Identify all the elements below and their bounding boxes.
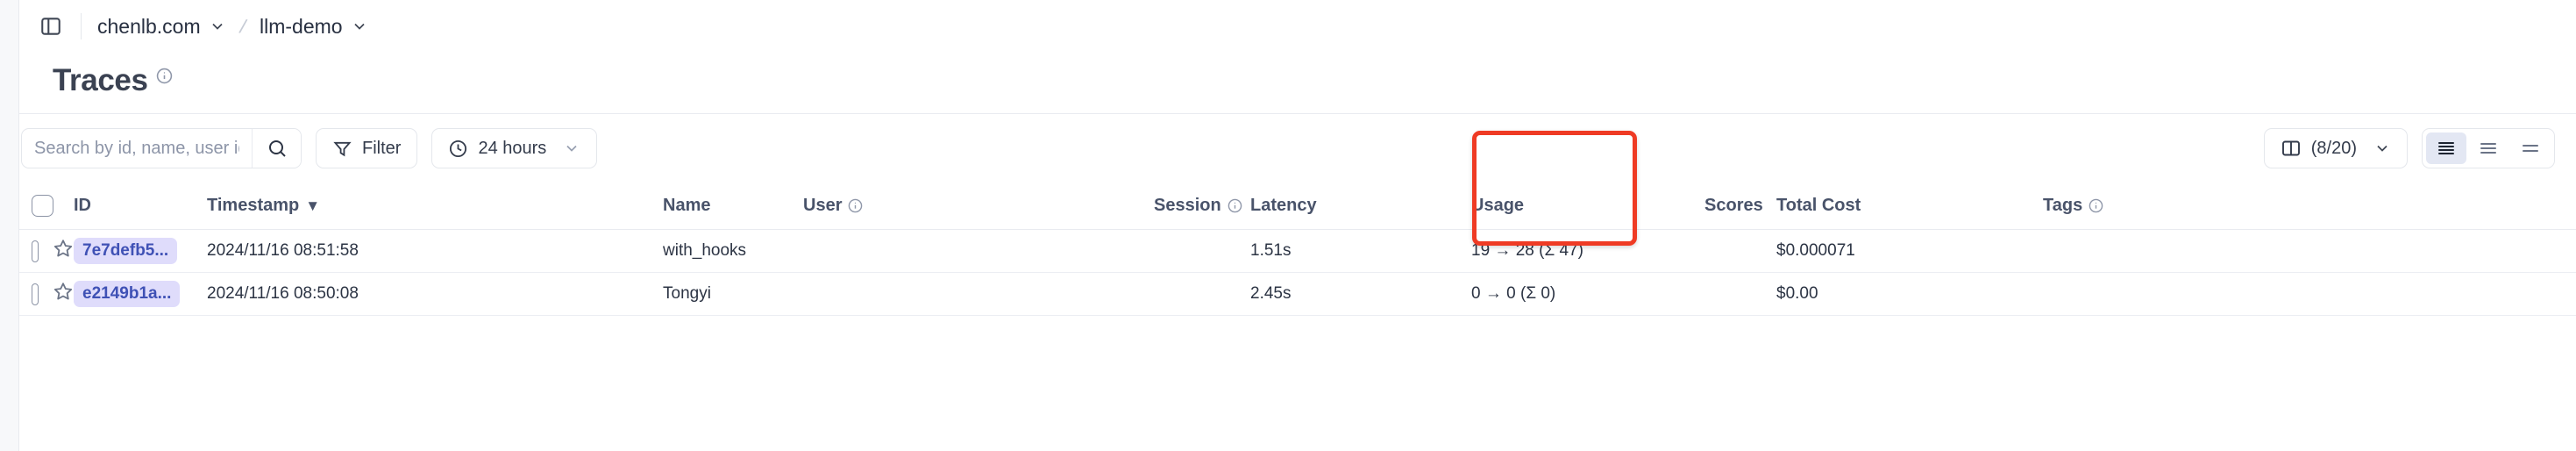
row-name-cell: with_hooks [663,229,803,273]
sidebar-toggle-button[interactable] [33,9,68,44]
row-usage-cell: 19 → 28 (Σ 47) [1461,229,1681,273]
funnel-icon [333,141,352,156]
filter-button[interactable]: Filter [316,128,418,168]
row-checkbox[interactable] [32,240,39,262]
breadcrumb-item-project[interactable]: llm-demo [256,12,372,41]
column-selector-button[interactable]: (8/20) [2263,128,2408,168]
topbar-divider [81,13,82,39]
info-icon [849,198,863,213]
search-button[interactable] [252,129,301,168]
favorite-star-icon[interactable] [53,281,74,307]
header-name[interactable]: Name [663,183,803,230]
header-usage[interactable]: Usage [1461,183,1681,230]
trace-id-badge[interactable]: 7e7defb5... [74,237,178,265]
row-tags-cell [2043,272,2576,316]
page-title: Traces [53,63,148,97]
rows-tall-icon [2523,145,2538,152]
row-height-normal-button[interactable] [2468,132,2508,164]
main-content: chenlb.com / llm-demo Traces Search by i… [19,0,2576,451]
columns-icon [2281,140,2300,156]
header-tags[interactable]: Tags [2043,183,2576,230]
favorite-star-icon[interactable] [53,238,74,264]
select-all-checkbox[interactable] [32,195,53,217]
search-icon [268,140,286,157]
header-select-all [19,183,74,230]
panel-left-icon [41,18,60,35]
rows-dense-icon [2438,142,2454,154]
search-group [21,128,302,168]
row-session-cell [1154,272,1251,316]
header-scores-label: Scores [1704,196,1763,215]
row-latency-cell: 2.45s [1250,272,1462,316]
row-total-cost-cell: $0.000071 [1776,229,2043,273]
breadcrumb-project-label: llm-demo [260,14,343,38]
header-scores[interactable]: Scores [1680,183,1777,230]
info-icon [2089,198,2103,213]
header-tags-label: Tags [2043,196,2083,215]
row-user-cell [803,272,1155,316]
table-header-row: ID Timestamp ▼ Name User Session Latency… [19,183,2576,230]
header-name-label: Name [663,196,711,215]
row-select-cell [19,272,74,316]
time-range-button[interactable]: 24 hours [431,128,598,168]
row-user-cell [803,229,1155,273]
row-select-cell [19,229,74,273]
row-session-cell [1154,229,1251,273]
header-id[interactable]: ID [74,183,207,230]
header-user-label: User [803,196,843,215]
breadcrumb-separator: / [237,14,249,38]
header-session-label: Session [1154,196,1221,215]
row-usage-cell: 0 → 0 (Σ 0) [1461,272,1681,316]
filter-label: Filter [362,138,402,158]
breadcrumb-org-label: chenlb.com [97,14,201,38]
header-session[interactable]: Session [1154,183,1251,230]
header-total-cost[interactable]: Total Cost [1776,183,2043,230]
row-checkbox[interactable] [32,283,39,305]
row-height-tall-button[interactable] [2510,132,2551,164]
info-icon [1228,198,1242,213]
traces-table: ID Timestamp ▼ Name User Session Latency… [19,183,2576,316]
header-timestamp-label: Timestamp [207,196,300,215]
clock-icon [450,140,467,157]
row-height-toggle-group [2422,128,2555,168]
search-input[interactable] [22,129,252,168]
header-timestamp[interactable]: Timestamp ▼ [207,183,663,230]
time-range-label: 24 hours [478,138,547,158]
row-scores-cell [1680,229,1777,273]
info-icon[interactable] [156,68,173,89]
row-height-dense-button[interactable] [2426,132,2466,164]
sort-desc-icon: ▼ [305,197,321,214]
header-latency-label: Latency [1250,196,1317,215]
toolbar: Filter 24 hours (8/20) [19,114,2576,183]
breadcrumb-item-org[interactable]: chenlb.com [94,12,230,41]
chevron-down-icon [353,23,365,30]
header-id-label: ID [74,196,91,215]
row-tags-cell [2043,229,2576,273]
traces-page: chenlb.com / llm-demo Traces Search by i… [0,0,2576,451]
header-user[interactable]: User [803,183,1155,230]
chevron-down-icon [2377,145,2387,152]
row-latency-cell: 1.51s [1250,229,1462,273]
row-timestamp-cell: 2024/11/16 08:50:08 [207,272,663,316]
row-scores-cell [1680,272,1777,316]
row-name-cell: Tongyi [663,272,803,316]
top-bar: chenlb.com / llm-demo [19,0,2576,53]
chevron-down-icon [212,23,223,30]
row-total-cost-cell: $0.00 [1776,272,2043,316]
header-latency[interactable]: Latency [1250,183,1462,230]
header-usage-label: Usage [1471,196,1525,215]
row-id-cell[interactable]: e2149b1a... [74,272,207,316]
row-id-cell[interactable]: 7e7defb5... [74,229,207,273]
trace-id-badge[interactable]: e2149b1a... [74,280,181,308]
breadcrumb: chenlb.com / llm-demo [94,12,372,41]
row-timestamp-cell: 2024/11/16 08:51:58 [207,229,663,273]
sidebar-rail [0,0,19,451]
page-header: Traces [19,53,2576,113]
table-row[interactable]: e2149b1a... 2024/11/16 08:50:08 Tongyi 2… [19,272,2576,316]
column-selector-label: (8/20) [2310,138,2357,158]
chevron-down-icon [566,145,577,152]
table-row[interactable]: 7e7defb5... 2024/11/16 08:51:58 with_hoo… [19,229,2576,273]
rows-normal-icon [2480,143,2496,154]
header-total-cost-label: Total Cost [1776,196,1861,215]
